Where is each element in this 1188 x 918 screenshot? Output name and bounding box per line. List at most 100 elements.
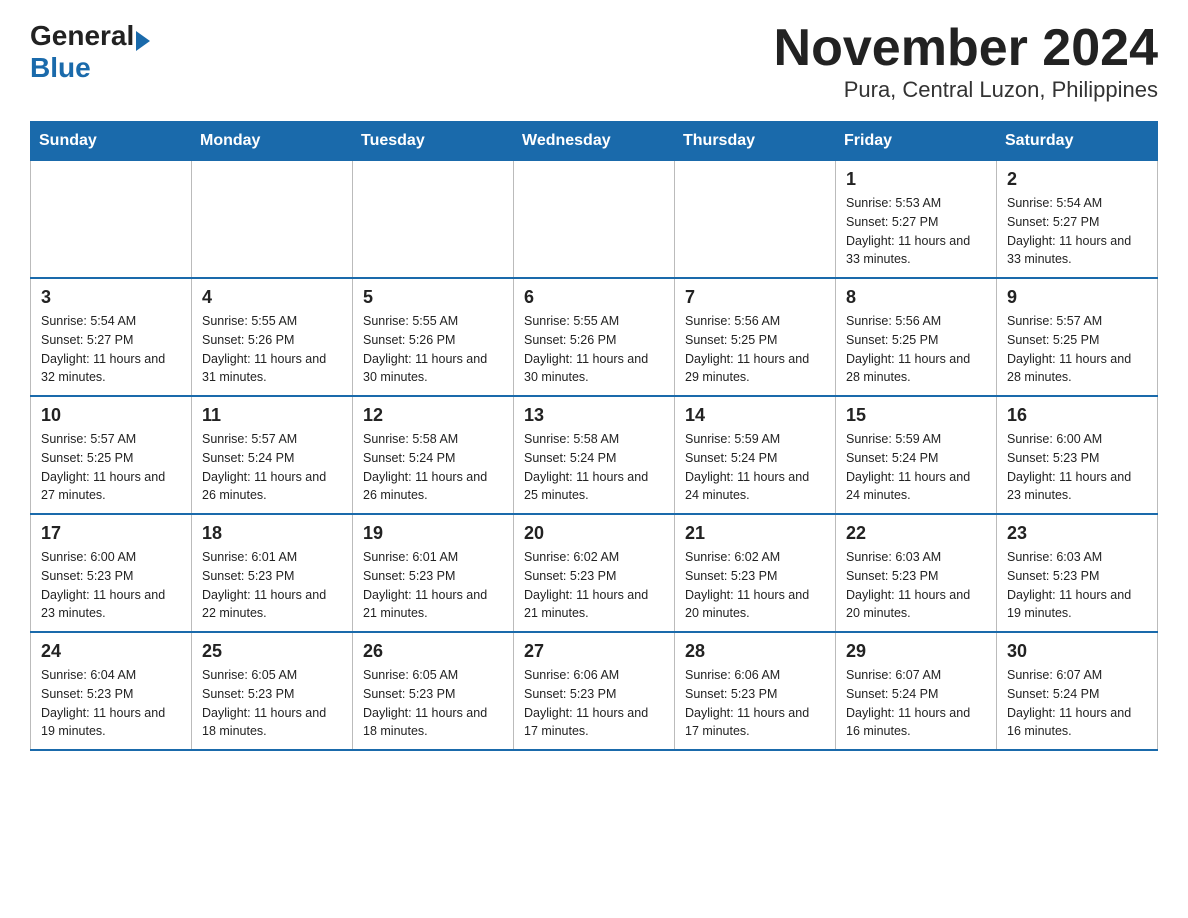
calendar-day-cell: 16 Sunrise: 6:00 AMSunset: 5:23 PMDayligh… [997,396,1158,514]
calendar-day-cell: 1Sunrise: 5:53 AMSunset: 5:27 PMDaylight… [836,161,997,279]
calendar-day-cell: 3 Sunrise: 5:54 AMSunset: 5:27 PMDaylight… [31,278,192,396]
calendar-day-cell: 15 Sunrise: 5:59 AMSunset: 5:24 PMDayligh… [836,396,997,514]
day-info: Sunrise: 5:57 AMSunset: 5:24 PMDaylight:… [202,430,342,505]
day-info: Sunrise: 5:57 AMSunset: 5:25 PMDaylight:… [41,430,181,505]
day-number: 26 [363,641,503,662]
day-info: Sunrise: 6:07 AMSunset: 5:24 PMDaylight:… [1007,666,1147,741]
logo-general-text: General [30,20,134,52]
day-number: 15 [846,405,986,426]
day-number: 10 [41,405,181,426]
calendar-day-cell: 29 Sunrise: 6:07 AMSunset: 5:24 PMDayligh… [836,632,997,750]
day-number: 25 [202,641,342,662]
calendar-body: 1Sunrise: 5:53 AMSunset: 5:27 PMDaylight… [31,161,1158,751]
day-info: Sunrise: 6:05 AMSunset: 5:23 PMDaylight:… [202,666,342,741]
calendar-header-cell: Tuesday [353,122,514,161]
day-info: Sunrise: 6:03 AMSunset: 5:23 PMDaylight:… [1007,548,1147,623]
logo-blue-text: Blue [30,52,91,84]
day-number: 29 [846,641,986,662]
calendar-day-cell: 9 Sunrise: 5:57 AMSunset: 5:25 PMDaylight… [997,278,1158,396]
calendar-header-cell: Saturday [997,122,1158,161]
calendar-day-cell: 20 Sunrise: 6:02 AMSunset: 5:23 PMDayligh… [514,514,675,632]
day-number: 14 [685,405,825,426]
calendar-week-row: 1Sunrise: 5:53 AMSunset: 5:27 PMDaylight… [31,161,1158,279]
calendar-day-cell: 6 Sunrise: 5:55 AMSunset: 5:26 PMDaylight… [514,278,675,396]
day-number: 18 [202,523,342,544]
day-number: 3 [41,287,181,308]
day-number: 8 [846,287,986,308]
day-number: 20 [524,523,664,544]
day-info: Sunrise: 5:58 AMSunset: 5:24 PMDaylight:… [363,430,503,505]
day-number: 16 [1007,405,1147,426]
day-number: 5 [363,287,503,308]
day-number: 28 [685,641,825,662]
logo-triangle-icon [136,31,150,51]
day-number: 9 [1007,287,1147,308]
title-section: November 2024 Pura, Central Luzon, Phili… [774,20,1158,103]
calendar-day-cell: 5 Sunrise: 5:55 AMSunset: 5:26 PMDaylight… [353,278,514,396]
day-info: Sunrise: 5:58 AMSunset: 5:24 PMDaylight:… [524,430,664,505]
day-info: Sunrise: 6:06 AMSunset: 5:23 PMDaylight:… [685,666,825,741]
day-info: Sunrise: 5:59 AMSunset: 5:24 PMDaylight:… [846,430,986,505]
calendar-day-cell: 24Sunrise: 6:04 AMSunset: 5:23 PMDayligh… [31,632,192,750]
calendar-day-cell: 7 Sunrise: 5:56 AMSunset: 5:25 PMDaylight… [675,278,836,396]
calendar-week-row: 17 Sunrise: 6:00 AMSunset: 5:23 PMDayligh… [31,514,1158,632]
day-number: 1 [846,169,986,190]
page-title: November 2024 [774,20,1158,77]
calendar-header-row: SundayMondayTuesdayWednesdayThursdayFrid… [31,122,1158,161]
day-info: Sunrise: 5:55 AMSunset: 5:26 PMDaylight:… [363,312,503,387]
day-info: Sunrise: 6:07 AMSunset: 5:24 PMDaylight:… [846,666,986,741]
calendar-header-cell: Monday [192,122,353,161]
day-info: Sunrise: 6:00 AMSunset: 5:23 PMDaylight:… [1007,430,1147,505]
day-info: Sunrise: 6:06 AMSunset: 5:23 PMDaylight:… [524,666,664,741]
page-header: General Blue November 2024 Pura, Central… [30,20,1158,103]
calendar-day-cell: 2Sunrise: 5:54 AMSunset: 5:27 PMDaylight… [997,161,1158,279]
logo: General Blue [30,20,150,84]
day-number: 11 [202,405,342,426]
calendar-day-cell: 10 Sunrise: 5:57 AMSunset: 5:25 PMDayligh… [31,396,192,514]
calendar-day-cell: 28 Sunrise: 6:06 AMSunset: 5:23 PMDayligh… [675,632,836,750]
calendar-day-cell: 14Sunrise: 5:59 AMSunset: 5:24 PMDayligh… [675,396,836,514]
calendar-table: SundayMondayTuesdayWednesdayThursdayFrid… [30,121,1158,751]
day-info: Sunrise: 6:01 AMSunset: 5:23 PMDaylight:… [363,548,503,623]
day-info: Sunrise: 6:02 AMSunset: 5:23 PMDaylight:… [524,548,664,623]
day-info: Sunrise: 5:56 AMSunset: 5:25 PMDaylight:… [685,312,825,387]
calendar-day-cell [192,161,353,279]
day-number: 13 [524,405,664,426]
day-number: 22 [846,523,986,544]
day-number: 4 [202,287,342,308]
calendar-day-cell: 19 Sunrise: 6:01 AMSunset: 5:23 PMDayligh… [353,514,514,632]
calendar-header-cell: Friday [836,122,997,161]
calendar-day-cell: 26 Sunrise: 6:05 AMSunset: 5:23 PMDayligh… [353,632,514,750]
day-info: Sunrise: 6:00 AMSunset: 5:23 PMDaylight:… [41,548,181,623]
calendar-day-cell: 21 Sunrise: 6:02 AMSunset: 5:23 PMDayligh… [675,514,836,632]
page-subtitle: Pura, Central Luzon, Philippines [774,77,1158,103]
day-number: 12 [363,405,503,426]
day-number: 19 [363,523,503,544]
day-info: Sunrise: 6:05 AMSunset: 5:23 PMDaylight:… [363,666,503,741]
calendar-day-cell: 11 Sunrise: 5:57 AMSunset: 5:24 PMDayligh… [192,396,353,514]
day-number: 7 [685,287,825,308]
calendar-day-cell [353,161,514,279]
day-number: 6 [524,287,664,308]
calendar-day-cell: 8Sunrise: 5:56 AMSunset: 5:25 PMDaylight… [836,278,997,396]
day-info: Sunrise: 5:57 AMSunset: 5:25 PMDaylight:… [1007,312,1147,387]
calendar-week-row: 3 Sunrise: 5:54 AMSunset: 5:27 PMDaylight… [31,278,1158,396]
day-info: Sunrise: 6:01 AMSunset: 5:23 PMDaylight:… [202,548,342,623]
day-number: 17 [41,523,181,544]
calendar-week-row: 10 Sunrise: 5:57 AMSunset: 5:25 PMDayligh… [31,396,1158,514]
day-info: Sunrise: 5:54 AMSunset: 5:27 PMDaylight:… [1007,194,1147,269]
day-info: Sunrise: 5:54 AMSunset: 5:27 PMDaylight:… [41,312,181,387]
day-number: 21 [685,523,825,544]
day-info: Sunrise: 5:55 AMSunset: 5:26 PMDaylight:… [524,312,664,387]
calendar-day-cell [514,161,675,279]
day-info: Sunrise: 5:55 AMSunset: 5:26 PMDaylight:… [202,312,342,387]
day-info: Sunrise: 6:02 AMSunset: 5:23 PMDaylight:… [685,548,825,623]
calendar-day-cell [675,161,836,279]
calendar-day-cell: 18 Sunrise: 6:01 AMSunset: 5:23 PMDayligh… [192,514,353,632]
calendar-header-cell: Thursday [675,122,836,161]
calendar-day-cell: 13 Sunrise: 5:58 AMSunset: 5:24 PMDayligh… [514,396,675,514]
day-number: 30 [1007,641,1147,662]
calendar-day-cell: 25 Sunrise: 6:05 AMSunset: 5:23 PMDayligh… [192,632,353,750]
calendar-day-cell: 17 Sunrise: 6:00 AMSunset: 5:23 PMDayligh… [31,514,192,632]
day-info: Sunrise: 6:04 AMSunset: 5:23 PMDaylight:… [41,666,181,741]
